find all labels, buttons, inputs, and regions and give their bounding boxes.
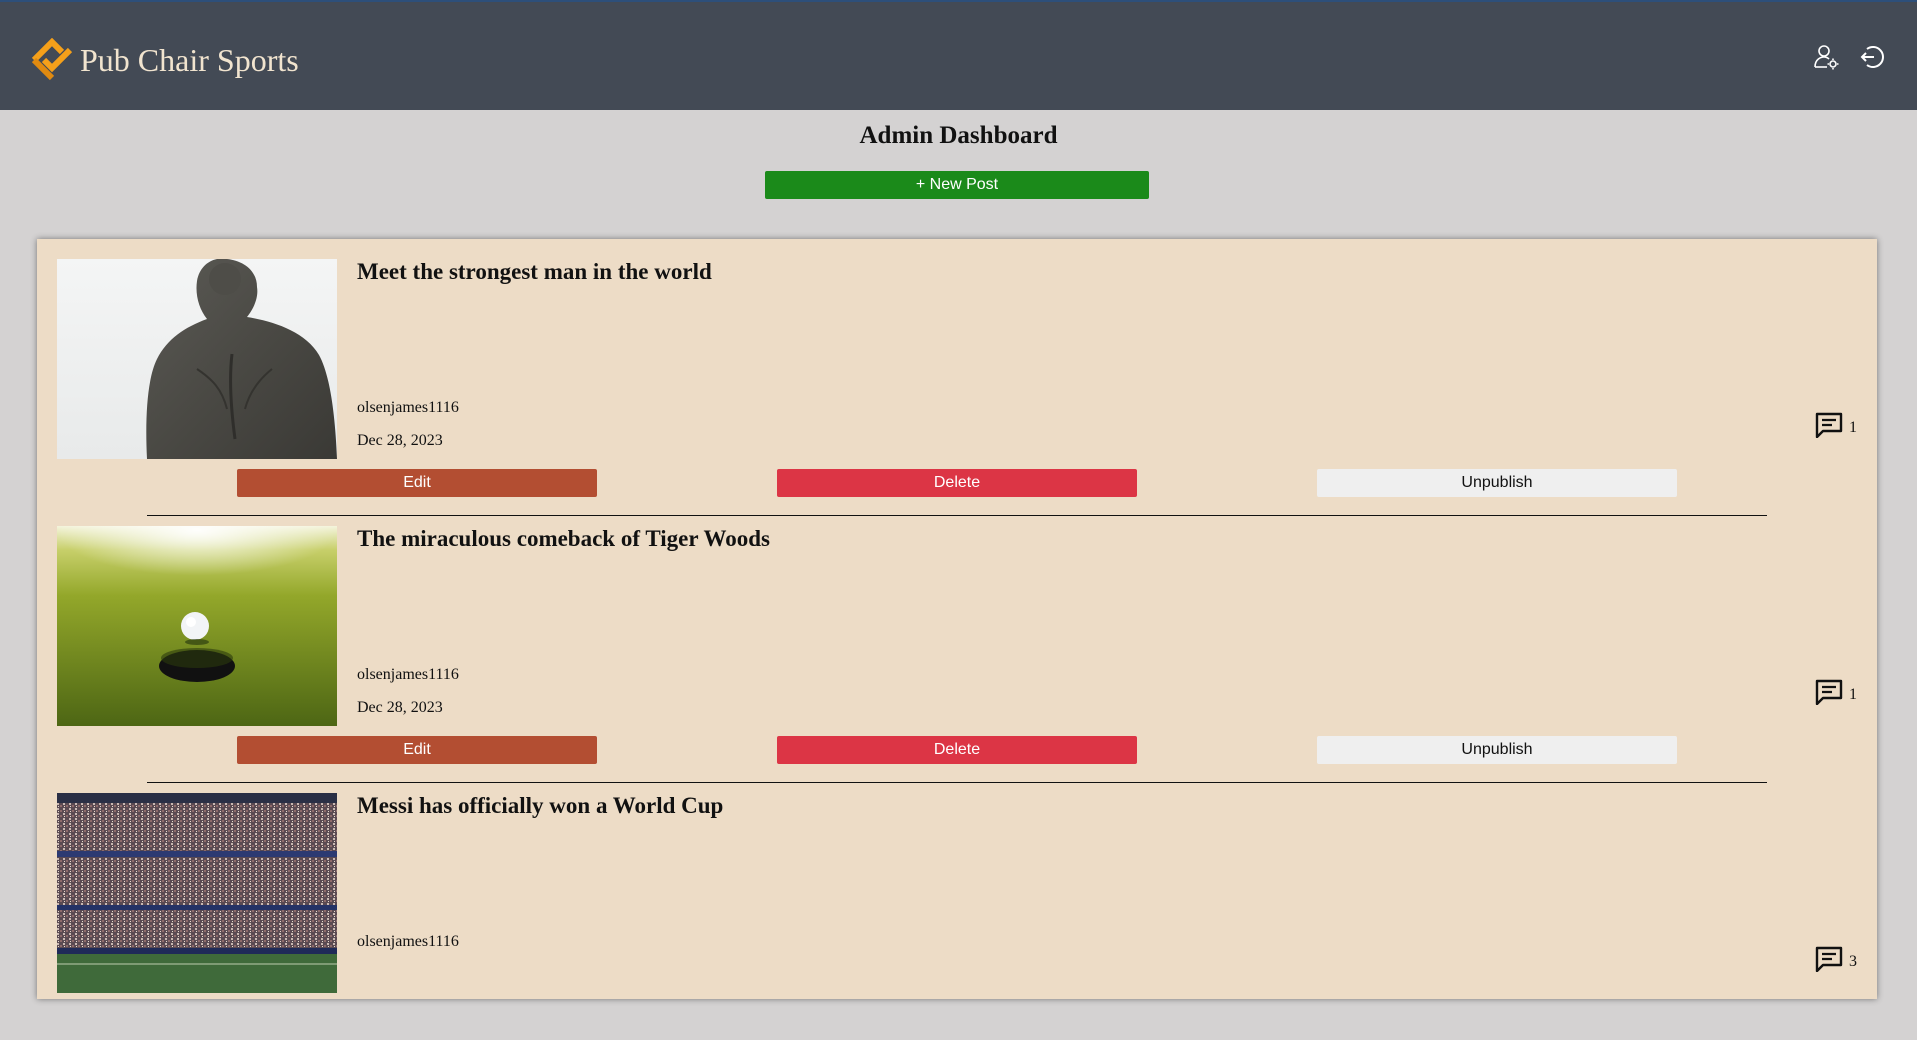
edit-button[interactable]: Edit <box>237 469 597 497</box>
post-title[interactable]: Meet the strongest man in the world <box>357 259 712 285</box>
edit-button[interactable]: Edit <box>237 736 597 764</box>
post-author: olsenjames1116 <box>357 933 459 950</box>
post-title[interactable]: Messi has officially won a World Cup <box>357 793 723 819</box>
post-title[interactable]: The miraculous comeback of Tiger Woods <box>357 526 770 552</box>
posts-panel: Meet the strongest man in the world olse… <box>37 239 1877 999</box>
comment-count-value: 1 <box>1849 685 1857 703</box>
new-post-button[interactable]: + New Post <box>765 171 1149 199</box>
delete-button[interactable]: Delete <box>777 736 1137 764</box>
post-image[interactable] <box>57 793 337 993</box>
brand-name: Pub Chair Sports <box>80 42 299 78</box>
post-date: Dec 28, 2023 <box>357 432 443 449</box>
delete-button[interactable]: Delete <box>777 469 1137 497</box>
post-author: olsenjames1116 <box>357 399 459 416</box>
post-card: The miraculous comeback of Tiger Woods o… <box>37 506 1877 783</box>
post-image[interactable] <box>57 259 337 459</box>
brand-logo-icon <box>30 38 74 82</box>
comment-icon <box>1815 679 1843 710</box>
comment-count-value: 1 <box>1849 418 1857 436</box>
top-navigation-bar: Pub Chair Sports <box>0 0 1917 110</box>
unpublish-button[interactable]: Unpublish <box>1317 469 1677 497</box>
page-title: Admin Dashboard <box>859 122 1058 149</box>
logout-icon[interactable] <box>1859 44 1885 70</box>
comment-icon <box>1815 412 1843 443</box>
post-image[interactable] <box>57 526 337 726</box>
brand[interactable]: Pub Chair Sports <box>30 38 299 82</box>
user-settings-icon[interactable] <box>1813 44 1839 70</box>
comment-count[interactable]: 1 <box>1815 679 1857 710</box>
post-card: Messi has officially won a World Cup ols… <box>37 773 1877 1040</box>
post-card: Meet the strongest man in the world olse… <box>37 239 1877 516</box>
unpublish-button[interactable]: Unpublish <box>1317 736 1677 764</box>
post-date: Dec 28, 2023 <box>357 699 443 716</box>
comment-count[interactable]: 1 <box>1815 412 1857 443</box>
post-author: olsenjames1116 <box>357 666 459 683</box>
